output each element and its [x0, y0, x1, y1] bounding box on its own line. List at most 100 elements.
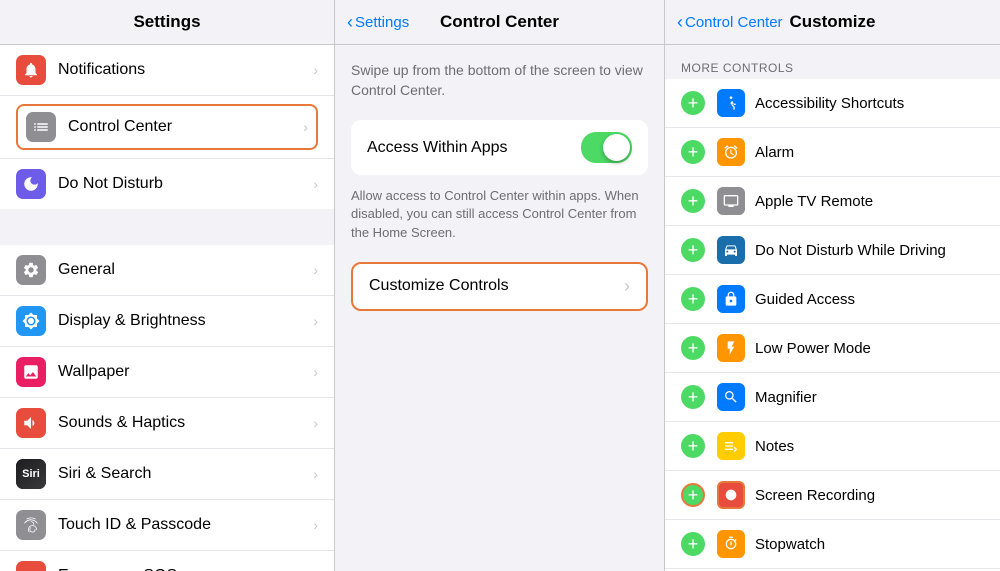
control-center-back-button[interactable]: ‹ Control Center — [677, 12, 783, 33]
control-center-label: Control Center — [68, 118, 303, 136]
touchid-chevron: › — [313, 517, 318, 533]
general-chevron: › — [313, 262, 318, 278]
general-icon — [16, 255, 46, 285]
customize-panel: ‹ Control Center Customize MORE CONTROLS… — [665, 0, 1000, 571]
siri-icon: Siri — [16, 459, 46, 489]
control-center-title: Control Center — [440, 12, 559, 32]
siri-chevron: › — [313, 466, 318, 482]
control-center-content: Swipe up from the bottom of the screen t… — [335, 45, 664, 571]
settings-header: Settings — [0, 0, 334, 45]
siri-label: Siri & Search — [58, 465, 313, 483]
display-icon — [16, 306, 46, 336]
stopwatch-label: Stopwatch — [755, 536, 984, 553]
customize-item-stopwatch[interactable]: + Stopwatch — [665, 520, 1000, 569]
sounds-chevron: › — [313, 415, 318, 431]
dnd-driving-icon — [717, 236, 745, 264]
settings-back-button[interactable]: ‹ Settings — [347, 12, 409, 33]
customize-controls-label: Customize Controls — [369, 277, 624, 295]
customize-controls-row[interactable]: Customize Controls › — [351, 262, 648, 311]
control-center-icon — [26, 112, 56, 142]
more-controls-header: MORE CONTROLS — [665, 53, 1000, 79]
appletv-label: Apple TV Remote — [755, 193, 984, 210]
customize-item-screen-recording[interactable]: + Screen Recording — [665, 471, 1000, 520]
add-notes-button[interactable]: + — [681, 434, 705, 458]
guided-access-icon — [717, 285, 745, 313]
customize-item-appletv[interactable]: + Apple TV Remote — [665, 177, 1000, 226]
customize-item-accessibility[interactable]: + Accessibility Shortcuts — [665, 79, 1000, 128]
customize-item-magnifier[interactable]: + Magnifier — [665, 373, 1000, 422]
guided-access-label: Guided Access — [755, 291, 984, 308]
touchid-label: Touch ID & Passcode — [58, 516, 313, 534]
magnifier-label: Magnifier — [755, 389, 984, 406]
display-chevron: › — [313, 313, 318, 329]
add-guided-access-button[interactable]: + — [681, 287, 705, 311]
back-chevron-icon: ‹ — [347, 12, 353, 33]
stopwatch-icon — [717, 530, 745, 558]
section-divider-1 — [0, 209, 334, 245]
access-description-text: Allow access to Control Center within ap… — [351, 187, 648, 242]
settings-item-emergency[interactable]: SOS Emergency SOS › — [0, 551, 334, 571]
back-label: Settings — [355, 14, 409, 31]
wallpaper-label: Wallpaper — [58, 363, 313, 381]
accessibility-shortcuts-label: Accessibility Shortcuts — [755, 95, 984, 112]
screen-recording-icon — [717, 481, 745, 509]
settings-item-wallpaper[interactable]: Wallpaper › — [0, 347, 334, 398]
notes-icon — [717, 432, 745, 460]
add-dnd-driving-button[interactable]: + — [681, 238, 705, 262]
customize-item-guided-access[interactable]: + Guided Access — [665, 275, 1000, 324]
appletv-icon — [717, 187, 745, 215]
customize-item-alarm[interactable]: + Alarm — [665, 128, 1000, 177]
alarm-label: Alarm — [755, 144, 984, 161]
cc-description-text: Swipe up from the bottom of the screen t… — [351, 61, 648, 100]
dnd-icon — [16, 169, 46, 199]
settings-panel: Settings Notifications › Control Center — [0, 0, 335, 571]
low-power-icon — [717, 334, 745, 362]
low-power-label: Low Power Mode — [755, 340, 984, 357]
customize-header: ‹ Control Center Customize — [665, 0, 1000, 45]
add-appletv-button[interactable]: + — [681, 189, 705, 213]
control-center-chevron: › — [303, 119, 308, 135]
settings-item-general[interactable]: General › — [0, 245, 334, 296]
customize-list: + Accessibility Shortcuts + Alarm + — [665, 79, 1000, 571]
notifications-label: Notifications — [58, 61, 313, 79]
access-within-apps-row: Access Within Apps — [351, 120, 648, 175]
customize-item-notes[interactable]: + Notes — [665, 422, 1000, 471]
customize-back-chevron-icon: ‹ — [677, 12, 683, 33]
settings-item-touchid[interactable]: Touch ID & Passcode › — [0, 500, 334, 551]
accessibility-shortcuts-icon — [717, 89, 745, 117]
settings-item-siri[interactable]: Siri Siri & Search › — [0, 449, 334, 500]
sounds-icon — [16, 408, 46, 438]
customize-item-low-power[interactable]: + Low Power Mode — [665, 324, 1000, 373]
settings-item-display[interactable]: Display & Brightness › — [0, 296, 334, 347]
access-within-apps-toggle[interactable] — [581, 132, 632, 163]
general-label: General — [58, 261, 313, 279]
notifications-icon — [16, 55, 46, 85]
settings-title: Settings — [133, 12, 200, 31]
add-alarm-button[interactable]: + — [681, 140, 705, 164]
wallpaper-icon — [16, 357, 46, 387]
settings-item-sounds[interactable]: Sounds & Haptics › — [0, 398, 334, 449]
touchid-icon — [16, 510, 46, 540]
customize-controls-chevron: › — [624, 276, 630, 297]
access-within-apps-label: Access Within Apps — [367, 139, 581, 157]
dnd-driving-label: Do Not Disturb While Driving — [755, 242, 984, 259]
alarm-icon — [717, 138, 745, 166]
customize-back-label: Control Center — [685, 14, 783, 31]
notes-label: Notes — [755, 438, 984, 455]
toggle-knob — [603, 134, 630, 161]
add-magnifier-button[interactable]: + — [681, 385, 705, 409]
settings-item-control-center[interactable]: Control Center › — [0, 96, 334, 159]
emergency-icon: SOS — [16, 561, 46, 571]
magnifier-icon — [717, 383, 745, 411]
add-accessibility-button[interactable]: + — [681, 91, 705, 115]
add-screen-recording-button[interactable]: + — [681, 483, 705, 507]
customize-item-dnd-driving[interactable]: + Do Not Disturb While Driving — [665, 226, 1000, 275]
notifications-chevron: › — [313, 62, 318, 78]
control-center-header: ‹ Settings Control Center — [335, 0, 664, 45]
settings-item-notifications[interactable]: Notifications › — [0, 45, 334, 96]
settings-item-dnd[interactable]: Do Not Disturb › — [0, 159, 334, 209]
emergency-label: Emergency SOS — [58, 567, 313, 571]
customize-title: Customize — [790, 12, 876, 32]
add-stopwatch-button[interactable]: + — [681, 532, 705, 556]
add-low-power-button[interactable]: + — [681, 336, 705, 360]
